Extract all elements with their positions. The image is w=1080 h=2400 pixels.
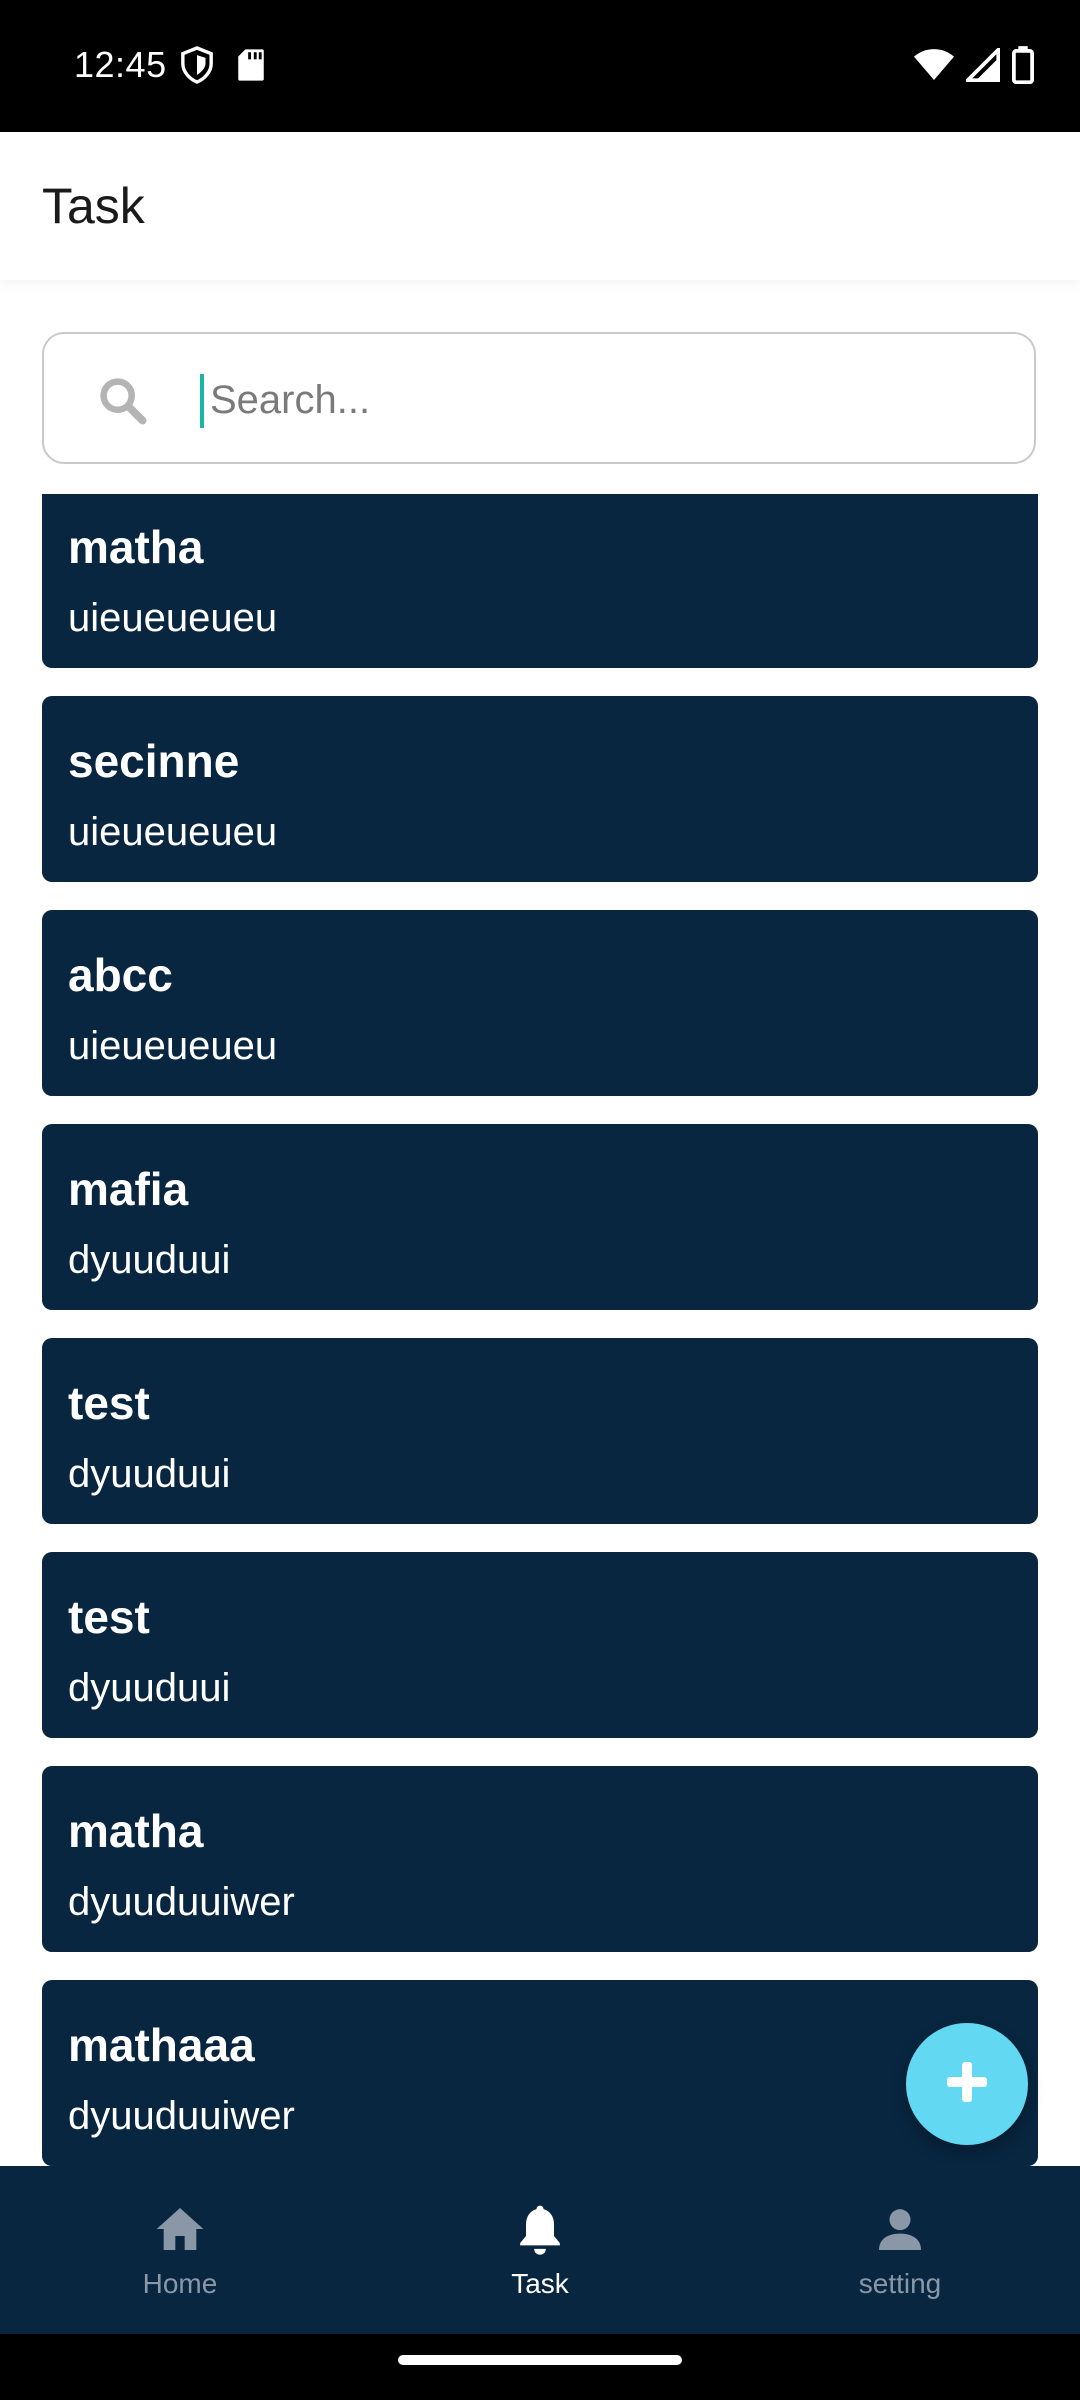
gesture-handle[interactable] (398, 2355, 682, 2365)
task-card[interactable]: test dyuuduui (42, 1338, 1038, 1524)
nav-label-home: Home (142, 2267, 218, 2299)
task-card[interactable]: test dyuuduui (42, 1552, 1038, 1738)
task-title: test (68, 1591, 150, 1643)
task-description: dyuuduuiwer (68, 2094, 295, 2138)
plus-icon (943, 2058, 991, 2111)
status-bar: 12:45 (0, 0, 1080, 132)
task-title: secinne (68, 735, 240, 787)
bell-icon (512, 2201, 568, 2262)
task-title: abcc (68, 949, 173, 1001)
gesture-area (0, 2334, 1080, 2400)
task-description: dyuuduui (68, 1238, 231, 1282)
task-card[interactable]: secinne uieueueueu (42, 696, 1038, 882)
app-bar: Task (0, 132, 1080, 280)
task-title: matha (68, 1805, 204, 1857)
task-card[interactable]: matha dyuuduuiwer (42, 1766, 1038, 1952)
nav-label-task: Task (511, 2267, 569, 2299)
task-title: mathaaa (68, 2019, 255, 2071)
search-icon (96, 374, 148, 431)
search-box[interactable] (42, 332, 1036, 464)
task-title: mafia (68, 1163, 189, 1215)
text-cursor (200, 374, 204, 428)
wifi-icon (914, 48, 954, 87)
task-title: test (68, 1377, 150, 1429)
page-title: Task (42, 178, 145, 234)
signal-icon (963, 45, 1001, 87)
person-icon (872, 2201, 928, 2262)
task-description: dyuuduui (68, 1452, 231, 1496)
task-card[interactable]: mathaaa dyuuduuiwer (42, 1980, 1038, 2166)
task-description: uieueueueu (68, 1024, 278, 1068)
task-card[interactable]: mafia dyuuduui (42, 1124, 1038, 1310)
task-list-viewport[interactable]: matha uieueueueu secinne uieueueueu abcc uieu… (0, 494, 1080, 2166)
task-description: uieueueueu (68, 596, 278, 640)
nav-item-setting[interactable]: setting (720, 2166, 1080, 2334)
nav-item-task[interactable]: Task (360, 2166, 720, 2334)
task-card[interactable]: matha uieueueueu (42, 494, 1038, 668)
task-description: uieueueueu (68, 810, 278, 854)
battery-icon (1012, 46, 1035, 89)
task-card[interactable]: abcc uieueueueu (42, 910, 1038, 1096)
home-icon (152, 2201, 208, 2262)
nav-item-home[interactable]: Home (0, 2166, 360, 2334)
nav-label-setting: setting (858, 2267, 942, 2299)
shield-icon (180, 46, 214, 89)
bottom-navigation: Home Task setting (0, 2166, 1080, 2334)
task-list: matha uieueueueu secinne uieueueueu abcc uieu… (42, 494, 1038, 2166)
task-title: matha (68, 521, 204, 573)
search-input[interactable] (208, 364, 972, 436)
status-time: 12:45 (74, 44, 167, 85)
task-description: dyuuduui (68, 1666, 231, 1710)
add-task-button[interactable] (906, 2023, 1028, 2145)
task-description: dyuuduuiwer (68, 1880, 295, 1924)
sd-card-icon (236, 48, 266, 87)
